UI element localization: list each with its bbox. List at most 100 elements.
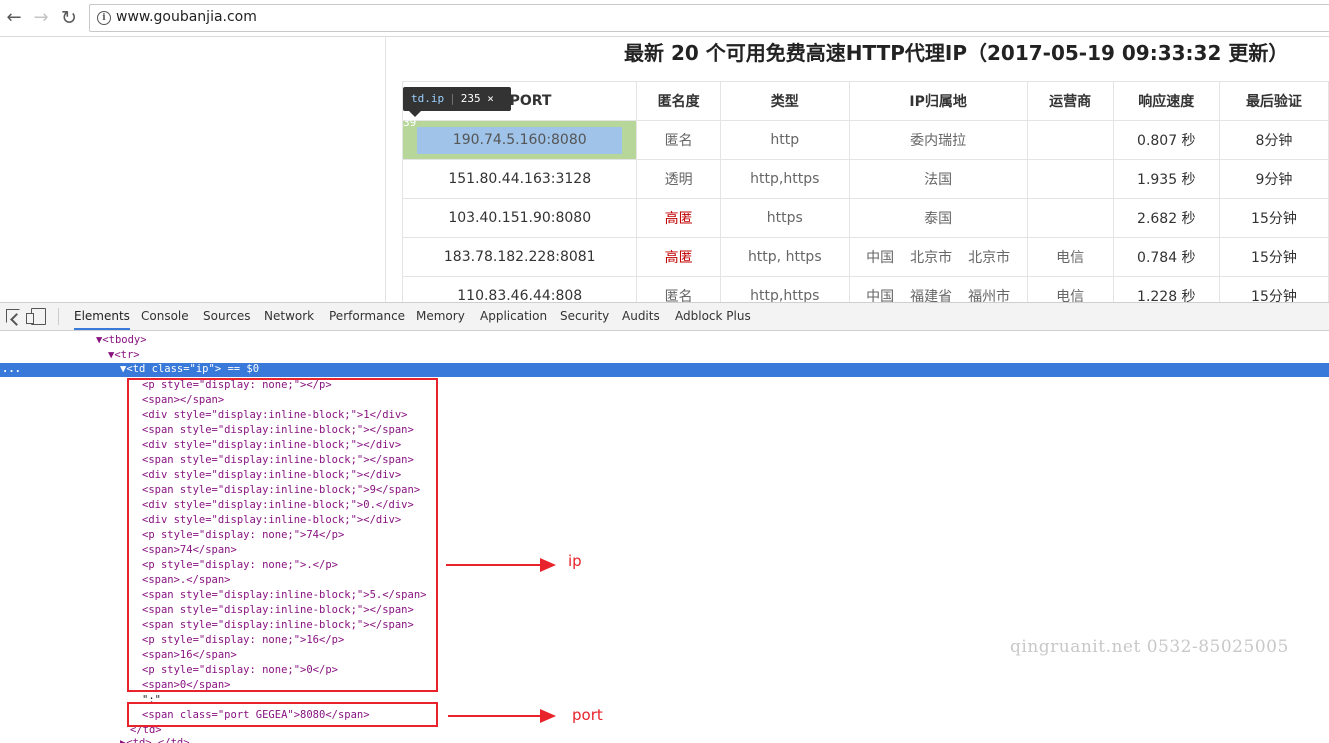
browser-toolbar: ← → ↻ i www.goubanjia.com: [0, 0, 1329, 37]
ip-cell[interactable]: 110.83.46.44:808: [401, 276, 638, 302]
location-cell: 委内瑞拉: [848, 120, 1028, 160]
speed-cell: 0.807 秒: [1112, 120, 1220, 160]
ip-arrow-icon: [540, 558, 556, 572]
selected-dom-node[interactable]: ... ▼<td class="ip"> == $0: [0, 363, 1329, 377]
watermark: qingruanit.net 0532-85025005: [1010, 637, 1289, 657]
isp-cell: [1026, 198, 1114, 238]
sidebar-divider: [385, 37, 386, 302]
port-arrow-icon: [540, 709, 556, 723]
header-speed: 响应速度: [1112, 81, 1220, 121]
location-cell: 泰国: [848, 198, 1028, 238]
location-part: 中国: [866, 250, 895, 266]
reload-icon[interactable]: ↻: [57, 6, 81, 30]
ip-cell[interactable]: 103.40.151.90:8080: [401, 198, 638, 238]
tab-sources[interactable]: Sources: [203, 303, 250, 330]
ip-arrow-shaft: [446, 564, 542, 566]
header-type: 类型: [719, 81, 850, 121]
page-title: 最新 20 个可用免费高速HTTP代理IP（2017-05-19 09:33:3…: [624, 41, 1289, 65]
location-part: 委内瑞拉: [910, 133, 967, 149]
location-part: 北京市: [968, 250, 1011, 266]
last-verified-cell: 15分钟: [1218, 237, 1329, 277]
location-part: 中国: [866, 289, 895, 302]
tab-elements[interactable]: Elements: [74, 303, 130, 330]
last-verified-cell: 8分钟: [1218, 120, 1329, 160]
tab-application[interactable]: Application: [480, 303, 547, 330]
ip-cell[interactable]: 190.74.5.160:8080: [401, 120, 638, 160]
port-arrow-shaft: [448, 715, 542, 717]
ip-port-text: 190.74.5.160:8080: [417, 126, 623, 154]
location-part: 福州市: [968, 289, 1011, 302]
ip-cell[interactable]: 151.80.44.163:3128: [401, 159, 638, 199]
dom-node-td-ip[interactable]: ▼<td class="ip"> == $0: [120, 362, 259, 377]
location-part: 北京市: [910, 250, 953, 266]
location-cell: 法国: [848, 159, 1028, 199]
table-row: 151.80.44.163:3128 透明 http,https 法国 1.93…: [401, 159, 1329, 199]
header-isp: 运营商: [1026, 81, 1114, 121]
type-cell: https: [719, 198, 850, 238]
location-cell: 中国 北京市 北京市: [848, 237, 1028, 277]
row-ellipsis: ...: [2, 363, 21, 375]
header-location: IP归属地: [848, 81, 1028, 121]
last-verified-cell: 15分钟: [1218, 198, 1329, 238]
table-row: 110.83.46.44:808 匿名 http,https 中国 福建省 福州市 …: [401, 276, 1329, 302]
location-part: 泰国: [924, 211, 953, 227]
tooltip-selector: td.ip: [411, 92, 445, 105]
isp-cell: [1026, 159, 1114, 199]
type-cell: http: [719, 120, 850, 160]
ip-highlight-box: [127, 378, 438, 692]
ip-annotation: ip: [568, 552, 582, 570]
web-page: 最新 20 个可用免费高速HTTP代理IP（2017-05-19 09:33:3…: [0, 37, 1329, 302]
port-highlight-box: [127, 702, 438, 727]
anonymity-cell: 匿名: [636, 120, 721, 160]
info-icon[interactable]: i: [97, 11, 111, 25]
devtools-toolbar: Elements Console Sources Network Perform…: [0, 303, 1329, 331]
url-text[interactable]: www.goubanjia.com: [116, 9, 257, 25]
forward-arrow-icon[interactable]: →: [29, 6, 53, 30]
tab-performance[interactable]: Performance: [329, 303, 405, 330]
isp-cell: 电信: [1026, 276, 1114, 302]
header-last-verified: 最后验证: [1218, 81, 1329, 121]
table-row: 103.40.151.90:8080 高匿 https 泰国 2.682 秒 1…: [401, 198, 1329, 238]
header-anonymity: 匿名度: [636, 81, 721, 121]
tooltip-pointer: [409, 111, 421, 117]
table-row: 190.74.5.160:8080 匿名 http 委内瑞拉 0.807 秒 8…: [401, 120, 1329, 160]
tab-audits[interactable]: Audits: [622, 303, 660, 330]
inspect-element-icon[interactable]: [6, 309, 20, 323]
speed-cell: 0.784 秒: [1112, 237, 1220, 277]
last-verified-cell: 15分钟: [1218, 276, 1329, 302]
tab-memory[interactable]: Memory: [416, 303, 465, 330]
type-cell: http,https: [719, 159, 850, 199]
speed-cell: 2.682 秒: [1112, 198, 1220, 238]
device-toolbar-icon[interactable]: [26, 308, 46, 325]
back-arrow-icon[interactable]: ←: [2, 6, 26, 30]
anonymity-cell: 高匿: [636, 237, 721, 277]
toolbar-divider: [58, 308, 59, 325]
devtools-panel: Elements Console Sources Network Perform…: [0, 302, 1329, 743]
anonymity-cell: 高匿: [636, 198, 721, 238]
anonymity-cell: 匿名: [636, 276, 721, 302]
location-part: 福建省: [910, 289, 953, 302]
speed-cell: 1.228 秒: [1112, 276, 1220, 302]
proxy-table: PORT 匿名度 类型 IP归属地 运营商 响应速度 最后验证 190.74.5…: [401, 81, 1329, 302]
ip-cell[interactable]: 183.78.182.228:8081: [401, 237, 638, 277]
last-verified-cell: 9分钟: [1218, 159, 1329, 199]
anonymity-cell: 透明: [636, 159, 721, 199]
tab-console[interactable]: Console: [141, 303, 189, 330]
port-annotation: port: [572, 706, 603, 724]
speed-cell: 1.935 秒: [1112, 159, 1220, 199]
dom-tree: ▼<tbody> ▼<tr> ... ▼<td class="ip"> == $…: [0, 331, 1329, 743]
dom-node-tr[interactable]: ▼<tr>: [108, 348, 140, 363]
location-part: 法国: [924, 172, 953, 188]
type-cell: http, https: [719, 237, 850, 277]
inspect-tooltip: td.ip | 235 × 39: [403, 87, 511, 129]
type-cell: http,https: [719, 276, 850, 302]
isp-cell: 电信: [1026, 237, 1114, 277]
location-cell: 中国 福建省 福州市: [848, 276, 1028, 302]
table-header-row: PORT 匿名度 类型 IP归属地 运营商 响应速度 最后验证: [401, 81, 1329, 121]
tab-network[interactable]: Network: [264, 303, 314, 330]
dom-node-tbody[interactable]: ▼<tbody>: [96, 333, 147, 348]
tab-adblock-plus[interactable]: Adblock Plus: [675, 303, 751, 330]
tab-security[interactable]: Security: [560, 303, 609, 330]
address-bar[interactable]: i www.goubanjia.com: [89, 4, 1329, 32]
isp-cell: [1026, 120, 1114, 160]
